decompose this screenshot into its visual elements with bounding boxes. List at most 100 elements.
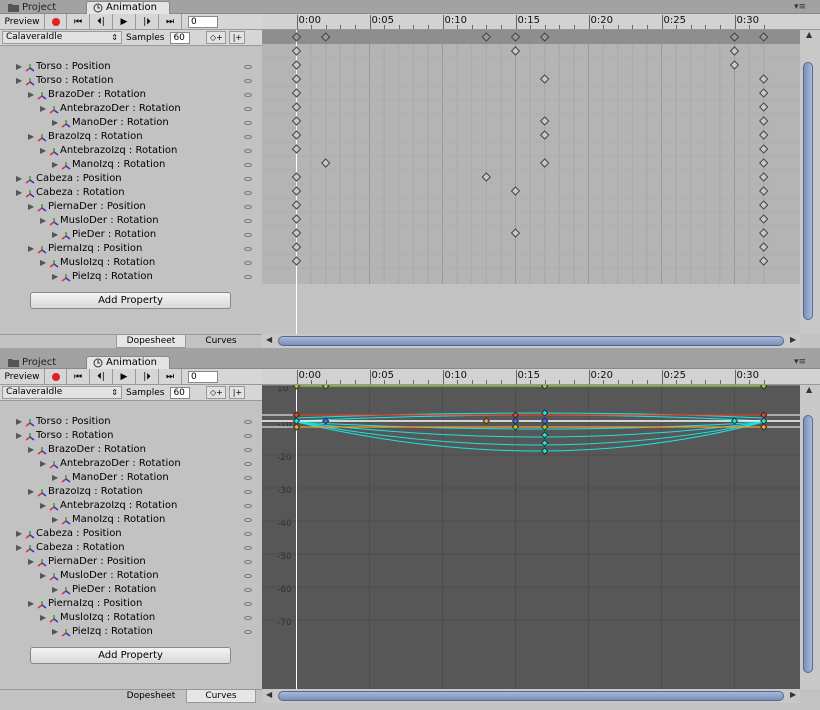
expand-arrow-icon[interactable]: ▶ bbox=[16, 415, 22, 429]
property-menu-icon[interactable] bbox=[244, 588, 252, 592]
property-menu-icon[interactable] bbox=[244, 65, 252, 69]
property-row[interactable]: ▶ MusloIzq : Rotation bbox=[0, 611, 262, 625]
property-menu-icon[interactable] bbox=[244, 448, 252, 452]
expand-arrow-icon[interactable]: ▶ bbox=[52, 116, 58, 130]
property-row[interactable]: ▶ Cabeza : Position bbox=[0, 172, 262, 186]
expand-arrow-icon[interactable]: ▶ bbox=[16, 186, 22, 200]
add-keyframe-button[interactable]: ◇+ bbox=[206, 31, 227, 44]
last-key-button[interactable]: ⏭ bbox=[159, 14, 182, 29]
property-menu-icon[interactable] bbox=[244, 420, 252, 424]
next-key-button[interactable]: |⏵ bbox=[136, 369, 159, 384]
property-row[interactable]: ▶ ManoIzq : Rotation bbox=[0, 513, 262, 527]
dopesheet-area[interactable] bbox=[262, 30, 800, 334]
property-menu-icon[interactable] bbox=[244, 191, 252, 195]
expand-arrow-icon[interactable]: ▶ bbox=[52, 625, 58, 639]
expand-arrow-icon[interactable]: ▶ bbox=[40, 457, 46, 471]
property-row[interactable]: ▶ MusloDer : Rotation bbox=[0, 214, 262, 228]
property-row[interactable]: ▶ Cabeza : Rotation bbox=[0, 541, 262, 555]
property-row[interactable]: ▶ AntebrazoIzq : Rotation bbox=[0, 144, 262, 158]
property-menu-icon[interactable] bbox=[244, 574, 252, 578]
expand-arrow-icon[interactable]: ▶ bbox=[16, 527, 22, 541]
expand-arrow-icon[interactable]: ▶ bbox=[52, 513, 58, 527]
property-row[interactable]: ▶ ManoIzq : Rotation bbox=[0, 158, 262, 172]
property-row[interactable]: ▶ BrazoDer : Rotation bbox=[0, 443, 262, 457]
property-row[interactable]: ▶ BrazoDer : Rotation bbox=[0, 88, 262, 102]
property-row[interactable]: ▶ BrazoIzq : Rotation bbox=[0, 485, 262, 499]
property-menu-icon[interactable] bbox=[244, 602, 252, 606]
tab-animation[interactable]: Animation bbox=[86, 356, 170, 369]
frame-field[interactable]: 0 bbox=[188, 15, 218, 28]
first-key-button[interactable]: ⏮ bbox=[67, 14, 90, 29]
property-menu-icon[interactable] bbox=[244, 275, 252, 279]
horizontal-scrollbar[interactable]: ◀ ▶ bbox=[262, 334, 800, 348]
panel-menu-icon[interactable]: ▾≡ bbox=[794, 2, 806, 12]
property-menu-icon[interactable] bbox=[244, 205, 252, 209]
horizontal-scroll-thumb[interactable] bbox=[278, 691, 784, 701]
property-menu-icon[interactable] bbox=[244, 518, 252, 522]
vertical-scrollbar[interactable]: ▲ bbox=[800, 30, 820, 334]
prev-key-button[interactable]: ⏴| bbox=[90, 14, 113, 29]
expand-arrow-icon[interactable]: ▶ bbox=[28, 485, 34, 499]
property-menu-icon[interactable] bbox=[244, 177, 252, 181]
expand-arrow-icon[interactable]: ▶ bbox=[40, 256, 46, 270]
expand-arrow-icon[interactable]: ▶ bbox=[16, 60, 22, 74]
play-button[interactable]: ▶ bbox=[113, 14, 136, 29]
record-button[interactable] bbox=[45, 369, 67, 384]
property-menu-icon[interactable] bbox=[244, 107, 252, 111]
expand-arrow-icon[interactable]: ▶ bbox=[40, 611, 46, 625]
clip-dropdown[interactable]: CalaveraIdle ⇕ bbox=[2, 386, 122, 399]
property-row[interactable]: ▶ Torso : Position bbox=[0, 415, 262, 429]
tab-animation[interactable]: Animation bbox=[86, 1, 170, 14]
add-property-button[interactable]: Add Property bbox=[30, 292, 231, 309]
expand-arrow-icon[interactable]: ▶ bbox=[16, 172, 22, 186]
horizontal-scroll-thumb[interactable] bbox=[278, 336, 784, 346]
property-row[interactable]: ▶ PiernaIzq : Position bbox=[0, 597, 262, 611]
property-menu-icon[interactable] bbox=[244, 546, 252, 550]
property-row[interactable]: ▶ AntebrazoIzq : Rotation bbox=[0, 499, 262, 513]
property-menu-icon[interactable] bbox=[244, 121, 252, 125]
property-menu-icon[interactable] bbox=[244, 247, 252, 251]
property-menu-icon[interactable] bbox=[244, 233, 252, 237]
tab-project[interactable]: Project bbox=[2, 1, 86, 14]
expand-arrow-icon[interactable]: ▶ bbox=[28, 597, 34, 611]
expand-arrow-icon[interactable]: ▶ bbox=[16, 429, 22, 443]
expand-arrow-icon[interactable]: ▶ bbox=[52, 228, 58, 242]
property-menu-icon[interactable] bbox=[244, 504, 252, 508]
property-row[interactable]: ▶ PiernaIzq : Position bbox=[0, 242, 262, 256]
vertical-scroll-thumb[interactable] bbox=[803, 415, 813, 673]
first-key-button[interactable]: ⏮ bbox=[67, 369, 90, 384]
vertical-scroll-thumb[interactable] bbox=[803, 62, 813, 320]
property-row[interactable]: ▶ AntebrazoDer : Rotation bbox=[0, 102, 262, 116]
property-row[interactable]: ▶ Cabeza : Rotation bbox=[0, 186, 262, 200]
clip-dropdown[interactable]: CalaveraIdle ⇕ bbox=[2, 31, 122, 44]
property-row[interactable]: ▶ PieIzq : Rotation bbox=[0, 270, 262, 284]
horizontal-scrollbar[interactable]: ◀ ▶ bbox=[262, 689, 800, 703]
property-menu-icon[interactable] bbox=[244, 149, 252, 153]
timeline-ruler[interactable]: 0:00 0:05 0:10 0:15 0:20 0:25 0:30 bbox=[262, 14, 820, 30]
expand-arrow-icon[interactable]: ▶ bbox=[28, 242, 34, 256]
last-key-button[interactable]: ⏭ bbox=[159, 369, 182, 384]
tab-project[interactable]: Project bbox=[2, 356, 86, 369]
property-row[interactable]: ▶ PiernaDer : Position bbox=[0, 555, 262, 569]
expand-arrow-icon[interactable]: ▶ bbox=[40, 144, 46, 158]
property-menu-icon[interactable] bbox=[244, 476, 252, 480]
property-menu-icon[interactable] bbox=[244, 79, 252, 83]
property-menu-icon[interactable] bbox=[244, 490, 252, 494]
tab-dopesheet[interactable]: Dopesheet bbox=[116, 335, 186, 348]
property-row[interactable]: ▶ AntebrazoDer : Rotation bbox=[0, 457, 262, 471]
expand-arrow-icon[interactable]: ▶ bbox=[28, 443, 34, 457]
expand-arrow-icon[interactable]: ▶ bbox=[52, 583, 58, 597]
property-row[interactable]: ▶ BrazoIzq : Rotation bbox=[0, 130, 262, 144]
property-row[interactable]: ▶ Torso : Position bbox=[0, 60, 262, 74]
scroll-up-icon[interactable]: ▲ bbox=[806, 385, 812, 394]
property-row[interactable]: ▶ PiernaDer : Position bbox=[0, 200, 262, 214]
property-row[interactable]: ▶ ManoDer : Rotation bbox=[0, 471, 262, 485]
next-key-button[interactable]: |⏵ bbox=[136, 14, 159, 29]
expand-arrow-icon[interactable]: ▶ bbox=[40, 499, 46, 513]
preview-button[interactable]: Preview bbox=[0, 369, 45, 384]
panel-menu-icon[interactable]: ▾≡ bbox=[794, 357, 806, 367]
expand-arrow-icon[interactable]: ▶ bbox=[40, 214, 46, 228]
samples-field[interactable]: 60 bbox=[170, 31, 191, 44]
scroll-left-icon[interactable]: ◀ bbox=[266, 335, 272, 344]
scroll-right-icon[interactable]: ▶ bbox=[790, 690, 796, 699]
